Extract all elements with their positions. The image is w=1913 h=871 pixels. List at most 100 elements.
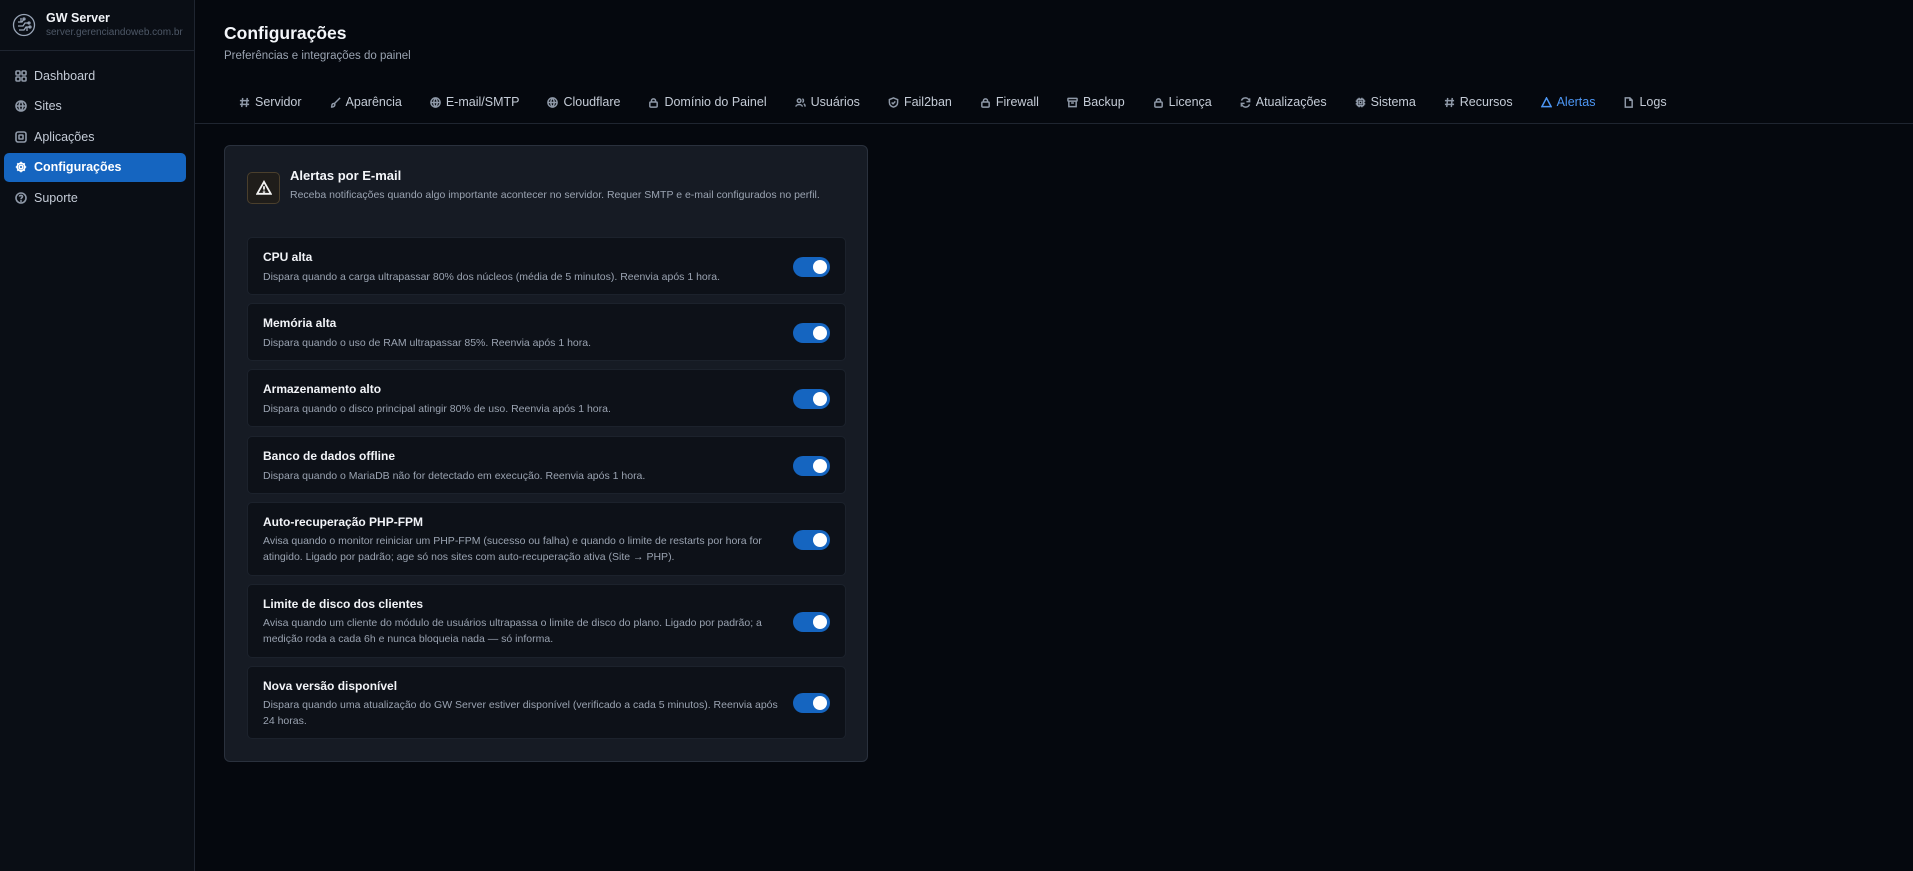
sidebar-item-suporte[interactable]: Suporte [4,183,186,212]
warning-icon [255,180,272,195]
page-subtitle: Preferências e integrações do painel [224,50,411,62]
brush-icon [330,96,341,108]
brand[interactable]: GW Server server.gerenciandoweb.com.br [0,0,194,51]
tab-dominio-do-painel[interactable]: Domínio do Painel [648,87,767,117]
alert-row-cpu-alta: CPU alta Dispara quando a carga ultrapas… [247,237,846,295]
tab-licenca[interactable]: Licença [1153,87,1212,117]
tab-label: Recursos [1459,95,1513,109]
alert-row-limite-de-disco-dos-clientes: Limite de disco dos clientes Avisa quand… [247,584,846,658]
tab-label: Cloudflare [563,95,621,109]
brand-logo-icon [12,13,36,37]
chip-icon [1355,97,1365,107]
alert-title: Armazenamento alto [263,382,382,396]
warning-icon-box [247,172,280,204]
toggle-knob [813,326,827,340]
alert-title: CPU alta [263,250,313,264]
sidebar-item-dashboard[interactable]: Dashboard [4,61,186,90]
toggle-knob [813,392,827,406]
tab-label: Logs [1639,95,1667,109]
tab-servidor[interactable]: Servidor [239,87,302,117]
sidebar-item-label: Aplicações [34,129,95,144]
hash-icon [239,97,250,107]
tab-label: Domínio do Painel [664,95,767,109]
card-title: Alertas por E-mail [290,168,402,183]
tab-label: Atualizações [1255,95,1327,109]
alert-description: Avisa quando um cliente do módulo de usu… [263,617,762,645]
tab-backup[interactable]: Backup [1067,87,1125,117]
tab-fail2ban[interactable]: Fail2ban [888,87,952,117]
toggle-knob [813,459,827,473]
sidebar-item-label: Configurações [34,160,122,174]
lock-icon [1153,97,1163,108]
page-title: Configurações [224,23,347,43]
lock-icon [649,97,659,108]
toggle-knob [813,615,827,629]
sidebar-item-configuracoes[interactable]: Configurações [4,152,186,182]
alert-toggle[interactable] [793,693,830,713]
tab-label: Backup [1082,95,1125,109]
alert-description: Dispara quando o uso de RAM ultrapassar … [263,337,592,349]
sidebar: GW Server server.gerenciandoweb.com.br D… [0,0,195,871]
tab-aparencia[interactable]: Aparência [330,87,402,117]
tab-label: Sistema [1370,95,1416,109]
globe-icon [547,96,559,108]
tab-label: Usuários [810,95,860,109]
hash-icon [1444,97,1454,107]
alert-description: Dispara quando uma atualização do GW Ser… [263,699,778,727]
sidebar-item-label: Dashboard [34,68,96,83]
alert-description: Dispara quando o MariaDB não for detecta… [263,470,646,482]
tab-recursos[interactable]: Recursos [1444,87,1513,117]
alert-toggle[interactable] [793,257,830,277]
lock-icon [980,97,990,108]
tab-usuarios[interactable]: Usuários [794,87,860,117]
tab-label: Firewall [995,95,1039,109]
tab-label: Servidor [255,95,302,109]
alert-description: Dispara quando o disco principal atingir… [263,403,611,415]
alert-toggle[interactable] [793,530,830,550]
sidebar-item-aplicacoes[interactable]: Aplicações [4,122,186,151]
alert-toggle[interactable] [793,456,830,476]
card-description: Receba notificações quando algo importan… [290,189,820,201]
settings-tabs: Servidor Aparência E-mail/SMTP Cloudflar… [195,87,1913,124]
tab-firewall[interactable]: Firewall [980,87,1039,117]
globe-icon [430,96,441,108]
alert-row-memoria-alta: Memória alta Dispara quando o uso de RAM… [247,303,846,361]
alert-toggle[interactable] [793,612,830,632]
tab-cloudflare[interactable]: Cloudflare [547,87,620,117]
brand-subtitle: server.gerenciandoweb.com.br [46,27,183,38]
sidebar-item-sites[interactable]: Sites [4,92,186,121]
tab-alertas[interactable]: Alertas [1540,87,1596,117]
alert-toggle[interactable] [793,323,830,343]
alert-title: Nova versão disponível [263,679,398,693]
app-icon [15,130,27,143]
tab-label: Alertas [1556,95,1596,109]
toggle-knob [813,260,827,274]
warning-icon [1540,96,1552,107]
help-icon [15,191,27,204]
alert-toggle[interactable] [793,389,830,409]
grid-icon [15,69,27,82]
tab-label: Aparência [345,95,402,109]
tab-atualizacoes[interactable]: Atualizações [1240,87,1327,117]
alert-row-armazenamento-alto: Armazenamento alto Dispara quando o disc… [247,369,846,427]
sidebar-nav: Dashboard Sites Aplicações Configurações… [0,51,194,212]
tab-label: Fail2ban [903,95,952,109]
refresh-icon [1240,96,1251,108]
archive-icon [1067,97,1078,107]
gear-icon [15,161,27,173]
tab-label: Licença [1168,95,1212,109]
tab-email-smtp[interactable]: E-mail/SMTP [430,87,519,117]
page-header: Configurações Preferências e integrações… [224,22,411,62]
alert-row-auto-recuperacao-php-fpm: Auto-recuperação PHP-FPM Avisa quando o … [247,502,846,576]
card-header: Alertas por E-mail Receba notificações q… [247,168,847,204]
users-icon [794,97,806,107]
alert-title: Memória alta [263,316,337,330]
tab-logs[interactable]: Logs [1623,87,1667,117]
brand-title: GW Server [46,11,110,25]
globe-icon [15,100,27,112]
file-icon [1625,96,1634,108]
alert-description: Dispara quando a carga ultrapassar 80% d… [263,271,721,283]
alert-title: Limite de disco dos clientes [263,597,424,611]
alert-title: Auto-recuperação PHP-FPM [263,515,424,529]
tab-sistema[interactable]: Sistema [1355,87,1416,117]
